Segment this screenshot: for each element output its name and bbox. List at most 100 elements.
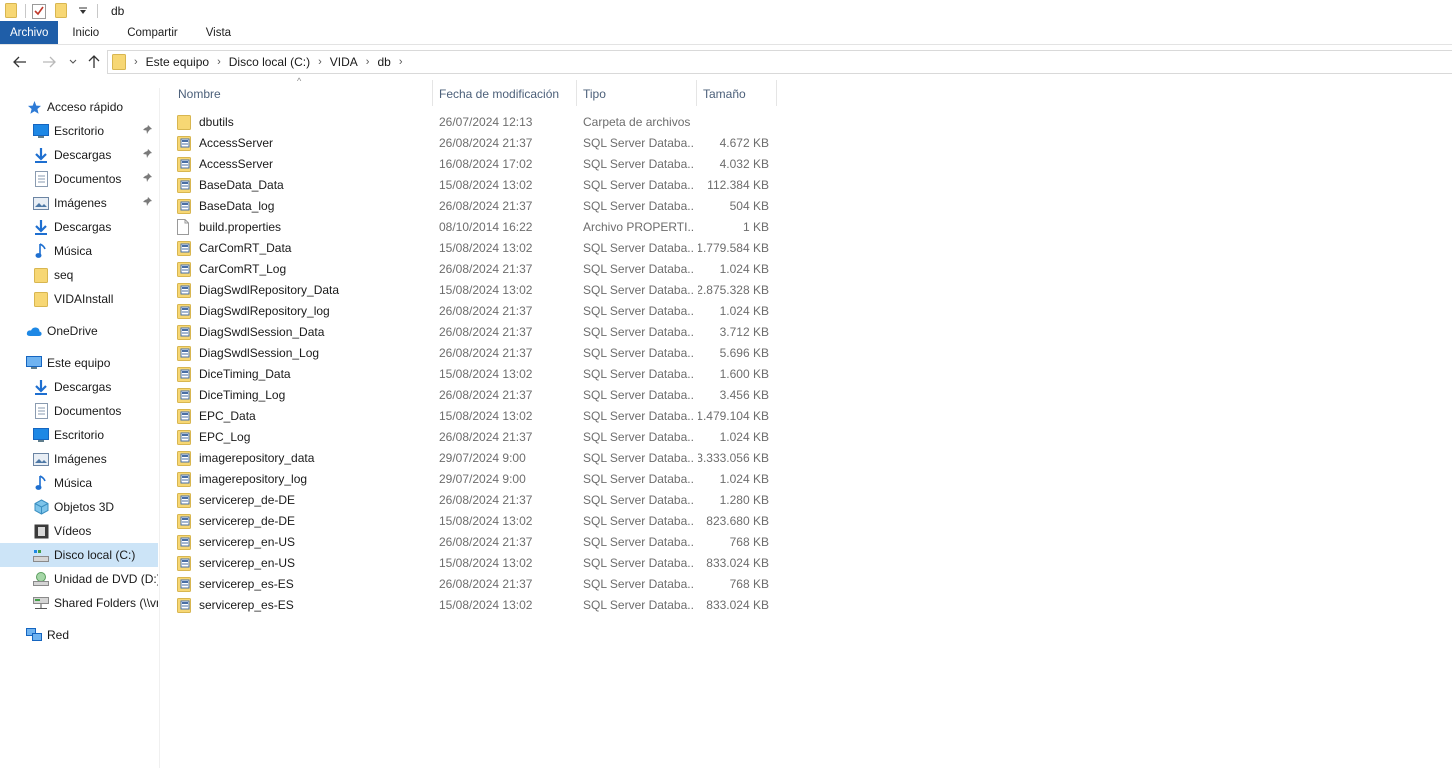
back-button[interactable] (9, 51, 31, 73)
nav-onedrive[interactable]: OneDrive (0, 319, 158, 343)
sidebar-item-vidainstall[interactable]: VIDAInstall (0, 287, 158, 311)
chevron-right-icon[interactable]: › (397, 56, 405, 68)
chevron-right-icon[interactable]: › (316, 56, 324, 68)
database-file-icon (177, 534, 193, 550)
sidebar-item-shared-folders-vm[interactable]: Shared Folders (\\vm (0, 591, 158, 615)
nav-quick-access[interactable]: Acceso rápido (0, 95, 158, 119)
sidebar-item-descargas[interactable]: Descargas (0, 215, 158, 239)
file-row[interactable]: servicerep_en-US 26/08/2024 21:37 SQL Serv… (172, 531, 778, 552)
address-bar[interactable]: › Este equipo › Disco local (C:) › VIDA … (107, 50, 1452, 74)
file-date: 08/10/2014 16:22 (439, 219, 533, 234)
file-row[interactable]: CarComRT_Data 15/08/2024 13:02 SQL Server … (172, 237, 778, 258)
chevron-right-icon[interactable]: › (215, 56, 223, 68)
up-button[interactable] (83, 51, 105, 73)
nav-item-label: Disco local (C:) (54, 548, 136, 562)
breadcrumb-vida[interactable]: VIDA (324, 55, 364, 69)
pictures-icon (33, 451, 49, 467)
file-row[interactable]: dbutils 26/07/2024 12:13 Carpeta de archiv… (172, 111, 778, 132)
file-row[interactable]: build.properties 08/10/2014 16:22 Archivo … (172, 216, 778, 237)
file-size: 4.672 KB (719, 135, 769, 150)
network-icon (26, 627, 42, 643)
file-row[interactable]: AccessServer 16/08/2024 17:02 SQL Server D… (172, 153, 778, 174)
file-row[interactable]: imagerepository_log 29/07/2024 9:00 SQL Se… (172, 468, 778, 489)
file-type: SQL Server Databa... (583, 471, 693, 486)
chevron-down-icon (69, 59, 77, 64)
file-size: 3.456 KB (719, 387, 769, 402)
new-folder-icon[interactable] (53, 3, 69, 19)
file-row[interactable]: DiagSwdlSession_Data 26/08/2024 21:37 SQL … (172, 321, 778, 342)
file-row[interactable]: servicerep_es-ES 15/08/2024 13:02 SQL Serv… (172, 594, 778, 615)
column-header-date[interactable]: Fecha de modificación (433, 82, 576, 106)
file-name: BaseData_Data (199, 177, 284, 192)
sidebar-item-v-deos[interactable]: Vídeos (0, 519, 158, 543)
file-type: SQL Server Databa... (583, 177, 693, 192)
file-row[interactable]: servicerep_en-US 15/08/2024 13:02 SQL Serv… (172, 552, 778, 573)
file-row[interactable]: DiagSwdlRepository_log 26/08/2024 21:37 SQ… (172, 300, 778, 321)
file-row[interactable]: DiagSwdlRepository_Data 15/08/2024 13:02 S… (172, 279, 778, 300)
file-size: 4.032 KB (719, 156, 769, 171)
sidebar-item-im-genes[interactable]: Imágenes (0, 447, 158, 471)
sidebar-item-m-sica[interactable]: Música (0, 239, 158, 263)
sidebar-item-escritorio[interactable]: Escritorio (0, 423, 158, 447)
sidebar-item-documentos[interactable]: Documentos (0, 399, 158, 423)
file-row[interactable]: CarComRT_Log 26/08/2024 21:37 SQL Server D… (172, 258, 778, 279)
sidebar-item-disco-local-c-[interactable]: Disco local (C:) (0, 543, 158, 567)
file-date: 26/08/2024 21:37 (439, 429, 533, 444)
nav-this-pc[interactable]: Este equipo (0, 351, 158, 375)
database-file-icon (177, 366, 193, 382)
file-row[interactable]: DiagSwdlSession_Log 26/08/2024 21:37 SQL S… (172, 342, 778, 363)
file-size: 768 KB (729, 576, 769, 591)
recent-locations-button[interactable] (62, 51, 84, 73)
navigation-bar: › Este equipo › Disco local (C:) › VIDA … (0, 48, 1452, 75)
back-arrow-icon (13, 56, 26, 68)
database-file-icon (177, 597, 193, 613)
sidebar-item-descargas[interactable]: Descargas (0, 143, 158, 167)
sidebar-item-unidad-de-dvd-d-[interactable]: Unidad de DVD (D:) (0, 567, 158, 591)
nav-network[interactable]: Red (0, 623, 158, 647)
file-row[interactable]: DiceTiming_Data 15/08/2024 13:02 SQL Serve… (172, 363, 778, 384)
sidebar-item-documentos[interactable]: Documentos (0, 167, 158, 191)
chevron-right-icon[interactable]: › (132, 56, 140, 68)
file-row[interactable]: servicerep_es-ES 26/08/2024 21:37 SQL Serv… (172, 573, 778, 594)
file-row[interactable]: servicerep_de-DE 15/08/2024 13:02 SQL Serv… (172, 510, 778, 531)
sidebar-item-escritorio[interactable]: Escritorio (0, 119, 158, 143)
properties-icon[interactable] (31, 3, 47, 19)
breadcrumb-disco-local[interactable]: Disco local (C:) (223, 55, 316, 69)
file-row[interactable]: servicerep_de-DE 26/08/2024 21:37 SQL Serv… (172, 489, 778, 510)
column-header-size[interactable]: Tamaño (697, 82, 776, 106)
nav-item-label: Este equipo (47, 356, 111, 370)
sidebar-item-objetos-3d[interactable]: Objetos 3D (0, 495, 158, 519)
file-size: 1.024 KB (719, 303, 769, 318)
column-header-type[interactable]: Tipo (577, 82, 696, 106)
pin-icon (143, 149, 152, 161)
computer-icon (26, 355, 42, 371)
file-name: DiagSwdlSession_Log (199, 345, 320, 360)
file-name-cell: imagerepository_data (177, 447, 432, 468)
file-row[interactable]: EPC_Log 26/08/2024 21:37 SQL Server Databa… (172, 426, 778, 447)
desktop-icon (33, 123, 49, 139)
file-row[interactable]: BaseData_log 26/08/2024 21:37 SQL Server D… (172, 195, 778, 216)
file-row[interactable]: EPC_Data 15/08/2024 13:02 SQL Server Datab… (172, 405, 778, 426)
file-row[interactable]: imagerepository_data 29/07/2024 9:00 SQL S… (172, 447, 778, 468)
file-name: servicerep_en-US (199, 534, 296, 549)
tab-vista[interactable]: Vista (192, 21, 245, 44)
file-size: 1.024 KB (719, 429, 769, 444)
customize-toolbar-icon[interactable] (75, 3, 91, 19)
sidebar-item-descargas[interactable]: Descargas (0, 375, 158, 399)
tab-compartir[interactable]: Compartir (113, 21, 191, 44)
file-row[interactable]: DiceTiming_Log 26/08/2024 21:37 SQL Server… (172, 384, 778, 405)
column-divider[interactable] (776, 80, 777, 106)
sidebar-item-seq[interactable]: seq (0, 263, 158, 287)
file-size: 1.280 KB (719, 492, 769, 507)
sidebar-item-m-sica[interactable]: Música (0, 471, 158, 495)
breadcrumb-este-equipo[interactable]: Este equipo (140, 55, 215, 69)
file-row[interactable]: BaseData_Data 15/08/2024 13:02 SQL Server … (172, 174, 778, 195)
forward-button[interactable] (38, 51, 60, 73)
chevron-right-icon[interactable]: › (364, 56, 372, 68)
sidebar-item-im-genes[interactable]: Imágenes (0, 191, 158, 215)
tab-inicio[interactable]: Inicio (58, 21, 113, 44)
file-row[interactable]: AccessServer 26/08/2024 21:37 SQL Server D… (172, 132, 778, 153)
column-header-name[interactable]: Nombre (172, 82, 432, 106)
tab-archivo[interactable]: Archivo (0, 21, 59, 44)
breadcrumb-db[interactable]: db (371, 55, 396, 69)
